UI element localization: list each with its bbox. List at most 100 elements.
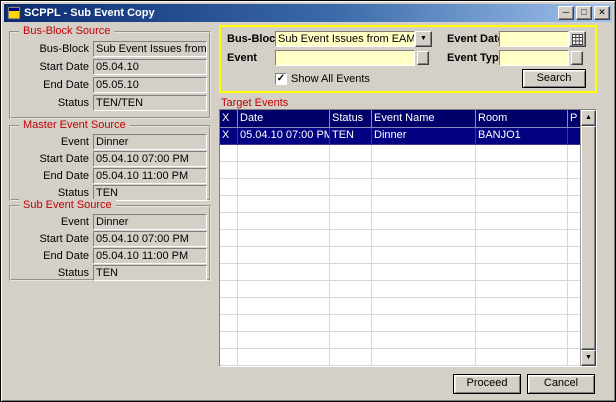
event-type-lov-button[interactable]	[571, 51, 583, 65]
table-cell-empty	[238, 213, 330, 230]
field-value-start-date: 05.04.10	[93, 59, 207, 75]
table-cell-empty	[568, 162, 580, 179]
field-label-start-date: Start Date	[13, 59, 89, 75]
cell-status: TEN	[330, 128, 372, 145]
table-cell-empty	[238, 179, 330, 196]
table-cell-empty	[476, 332, 568, 349]
minimize-icon: ─	[563, 7, 569, 17]
scroll-up-button[interactable]: ▲	[581, 110, 596, 126]
search-button[interactable]: Search	[522, 69, 586, 88]
group-master-event-source: Master Event Source Event Dinner Start D…	[9, 125, 211, 201]
table-row-empty[interactable]	[220, 281, 580, 298]
table-cell-empty	[220, 213, 238, 230]
table-cell-empty	[568, 196, 580, 213]
search-panel: Bus-Block Sub Event Issues from EAME ▼ E…	[219, 25, 597, 93]
table-row-empty[interactable]	[220, 230, 580, 247]
table-cell-empty	[330, 179, 372, 196]
table-cell-empty	[220, 247, 238, 264]
table-cell-empty	[330, 145, 372, 162]
field-label-end-date: End Date	[13, 248, 89, 264]
table-cell-empty	[476, 349, 568, 366]
field-label-status: Status	[13, 95, 89, 111]
table-cell-empty	[238, 230, 330, 247]
table-cell-empty	[568, 264, 580, 281]
table-cell-empty	[330, 349, 372, 366]
field-value-status: TEN/TEN	[93, 95, 207, 111]
table-cell-empty	[476, 179, 568, 196]
table-cell-empty	[330, 213, 372, 230]
maximize-button[interactable]: □	[576, 6, 592, 20]
bus-block-combo[interactable]: Sub Event Issues from EAME	[275, 31, 415, 47]
event-date-field[interactable]	[499, 31, 569, 47]
close-button[interactable]: ✕	[594, 6, 610, 20]
table-cell-empty	[476, 298, 568, 315]
column-header-date: Date	[238, 110, 330, 128]
table-row-empty[interactable]	[220, 145, 580, 162]
group-bus-block-source: Bus-Block Source Bus-Block Sub Event Iss…	[9, 31, 211, 119]
field-label-end-date: End Date	[13, 77, 89, 93]
show-all-label: Show All Events	[291, 72, 370, 86]
table-row-empty[interactable]	[220, 264, 580, 281]
table-cell-empty	[372, 179, 476, 196]
table-cell-empty	[568, 281, 580, 298]
table-row-empty[interactable]	[220, 162, 580, 179]
cell-x: X	[220, 128, 238, 145]
table-cell-empty	[220, 230, 238, 247]
group-title: Bus-Block Source	[19, 25, 114, 37]
field-value-bus-block: Sub Event Issues from EAME	[93, 41, 207, 57]
table-cell-empty	[330, 264, 372, 281]
table-row-empty[interactable]	[220, 332, 580, 349]
event-type-field[interactable]	[499, 50, 569, 66]
table-cell-empty	[238, 196, 330, 213]
table-cell-empty	[372, 196, 476, 213]
field-label-status: Status	[13, 265, 89, 281]
titlebar[interactable]: SCPPL - Sub Event Copy ─ □ ✕	[4, 4, 612, 22]
table-row-empty[interactable]	[220, 349, 580, 366]
table-cell-empty	[372, 349, 476, 366]
event-field[interactable]	[275, 50, 415, 66]
table-cell-empty	[330, 230, 372, 247]
proceed-button[interactable]: Proceed	[453, 374, 521, 394]
column-header-x: X	[220, 110, 238, 128]
table-cell-empty	[372, 162, 476, 179]
event-date-calendar-button[interactable]	[569, 31, 586, 47]
table-cell-empty	[568, 247, 580, 264]
close-icon: ✕	[598, 7, 606, 17]
maximize-icon: □	[581, 7, 586, 17]
field-value-end-date: 05.04.10 11:00 PM	[93, 168, 207, 184]
minimize-button[interactable]: ─	[558, 6, 574, 20]
scroll-thumb[interactable]	[581, 126, 596, 350]
event-lov-button[interactable]	[417, 51, 429, 65]
table-scrollbar[interactable]: ▲ ▼	[580, 110, 596, 366]
group-title: Sub Event Source	[19, 199, 116, 211]
table-cell-empty	[568, 298, 580, 315]
calendar-icon	[572, 34, 583, 45]
table-cell-empty	[372, 230, 476, 247]
table-cell-empty	[238, 298, 330, 315]
bus-block-dropdown-button[interactable]: ▼	[415, 31, 432, 47]
target-events-title: Target Events	[221, 97, 288, 109]
scroll-down-button[interactable]: ▼	[581, 350, 596, 366]
table-cell-empty	[476, 230, 568, 247]
field-label-start-date: Start Date	[13, 151, 89, 167]
table-cell-empty	[220, 298, 238, 315]
table-row-empty[interactable]	[220, 298, 580, 315]
table-cell-empty	[568, 349, 580, 366]
table-row-empty[interactable]	[220, 179, 580, 196]
cancel-button[interactable]: Cancel	[527, 374, 595, 394]
table-cell-empty	[372, 213, 476, 230]
table-cell-empty	[238, 332, 330, 349]
table-cell-empty	[220, 179, 238, 196]
table-cell-empty	[220, 196, 238, 213]
group-sub-event-source: Sub Event Source Event Dinner Start Date…	[9, 205, 211, 281]
table-row-empty[interactable]	[220, 213, 580, 230]
table-row-empty[interactable]	[220, 315, 580, 332]
column-header-room: Room	[476, 110, 568, 128]
table-row-empty[interactable]	[220, 247, 580, 264]
table-cell-empty	[568, 179, 580, 196]
table-row-selected[interactable]: X 05.04.10 07:00 PM TEN Dinner BANJO1	[220, 128, 580, 145]
table-cell-empty	[330, 196, 372, 213]
show-all-checkbox[interactable]: ✓	[275, 73, 287, 85]
table-row-empty[interactable]	[220, 196, 580, 213]
field-value-status: TEN	[93, 265, 207, 281]
